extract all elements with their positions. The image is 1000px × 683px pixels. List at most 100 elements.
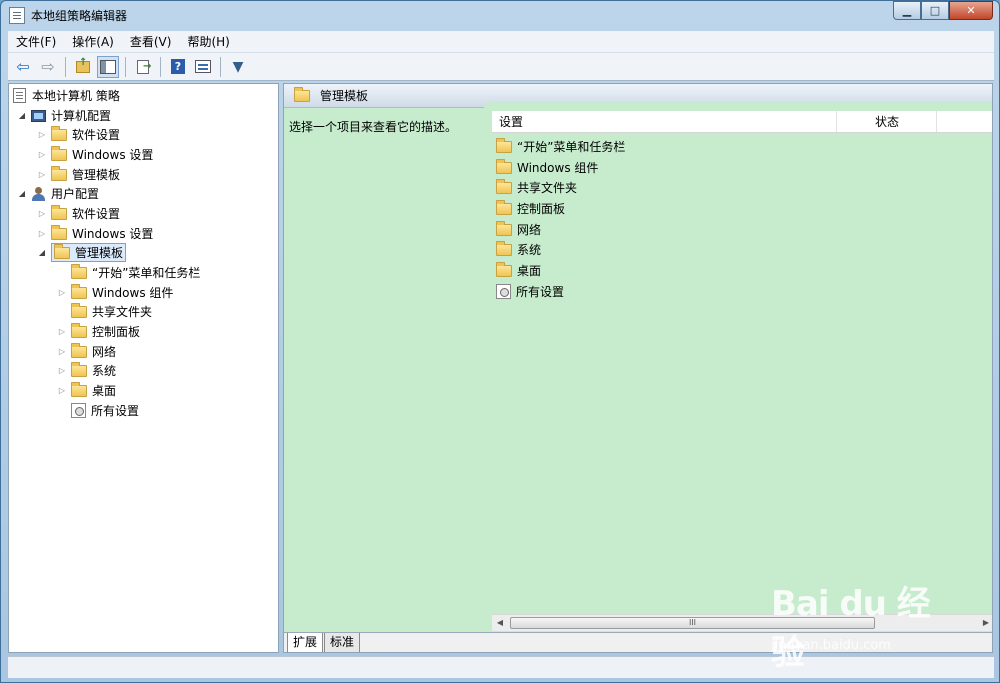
- help-button[interactable]: ?: [167, 56, 189, 78]
- details-title: 管理模板: [320, 89, 369, 103]
- tab-standard[interactable]: 标准: [324, 633, 361, 652]
- horizontal-scrollbar[interactable]: ◀ III ▶: [492, 614, 992, 631]
- tree-item-admin-templates[interactable]: ▷ 管理模板: [37, 165, 120, 184]
- collapsed-triangle-icon[interactable]: ▷: [57, 327, 67, 336]
- folder-icon: [496, 261, 512, 277]
- tree-item-root[interactable]: 本地计算机 策略: [13, 86, 120, 105]
- forward-button[interactable]: ⇨: [37, 56, 59, 78]
- properties-button[interactable]: [192, 56, 214, 78]
- list-item-system[interactable]: 系统: [496, 240, 541, 259]
- maximize-button[interactable]: □: [921, 1, 949, 20]
- tree-item-windows-settings[interactable]: ▷ Windows 设置: [37, 145, 153, 164]
- collapsed-triangle-icon[interactable]: ▷: [57, 386, 67, 395]
- tree-item-software-settings[interactable]: ▷ 软件设置: [37, 125, 120, 144]
- tree-item-label: 计算机配置: [51, 109, 112, 123]
- list-item-shared-folders[interactable]: 共享文件夹: [496, 178, 577, 197]
- users-icon: [31, 186, 46, 201]
- back-arrow-icon: ⇦: [16, 57, 30, 76]
- collapsed-triangle-icon[interactable]: ▷: [37, 170, 47, 179]
- status-bar: [8, 656, 994, 678]
- menu-view[interactable]: 查看(V): [122, 32, 180, 52]
- expanded-triangle-icon[interactable]: ◢: [17, 189, 27, 198]
- export-list-button[interactable]: [132, 56, 154, 78]
- folder-icon: [51, 165, 67, 181]
- tree-item-label: 本地计算机 策略: [32, 89, 120, 103]
- expanded-triangle-icon[interactable]: ◢: [37, 248, 47, 257]
- tree-item-system[interactable]: ▷ 系统: [57, 361, 116, 380]
- filter-button[interactable]: ▼: [227, 56, 249, 78]
- help-icon: ?: [171, 59, 185, 74]
- collapsed-triangle-icon[interactable]: ▷: [37, 130, 47, 139]
- column-header-setting[interactable]: 设置: [492, 111, 837, 132]
- tree-item-desktop[interactable]: ▷ 桌面: [57, 381, 116, 400]
- list-item-windows-components[interactable]: Windows 组件: [496, 158, 598, 177]
- up-level-button[interactable]: [72, 56, 94, 78]
- back-button[interactable]: ⇦: [12, 56, 34, 78]
- tree-item-label: Windows 设置: [72, 148, 154, 162]
- description-text: 选择一个项目来查看它的描述。: [289, 120, 458, 134]
- settings-list[interactable]: 设置 状态 “开始”菜单和任务栏 Windows 组件 共享文件夹 控制面板 网…: [492, 111, 992, 631]
- list-item-label: Windows 组件: [517, 161, 599, 175]
- list-item-network[interactable]: 网络: [496, 220, 541, 239]
- collapsed-triangle-icon[interactable]: ▷: [37, 229, 47, 238]
- tree-item-start-menu[interactable]: “开始”菜单和任务栏: [71, 263, 200, 282]
- selection-highlight: 管理模板: [51, 243, 127, 262]
- list-item-start-menu[interactable]: “开始”菜单和任务栏: [496, 137, 625, 156]
- toolbar-separator: [65, 56, 66, 77]
- console-tree[interactable]: 本地计算机 策略 ◢ 计算机配置 ▷ 软件设置 ▷ Windows 设置 ▷ 管…: [8, 83, 279, 653]
- show-hide-tree-button[interactable]: [97, 55, 119, 78]
- folder-icon: [71, 342, 87, 358]
- collapsed-triangle-icon[interactable]: ▷: [57, 347, 67, 356]
- tree-item-shared-folders[interactable]: 共享文件夹: [71, 302, 152, 321]
- view-tabs: 扩展 标准: [284, 632, 992, 652]
- menu-action[interactable]: 操作(A): [64, 32, 122, 52]
- tree-item-label: 共享文件夹: [92, 305, 153, 319]
- collapsed-triangle-icon[interactable]: ▷: [57, 366, 67, 375]
- filter-icon: ▼: [232, 58, 244, 75]
- list-item-label: 所有设置: [516, 285, 565, 299]
- folder-icon: [496, 178, 512, 194]
- tree-item-software-settings[interactable]: ▷ 软件设置: [37, 204, 120, 223]
- folder-icon: [294, 86, 310, 102]
- collapsed-triangle-icon[interactable]: ▷: [37, 150, 47, 159]
- list-item-label: 共享文件夹: [517, 181, 578, 195]
- tree-item-network[interactable]: ▷ 网络: [57, 342, 116, 361]
- scroll-thumb[interactable]: III: [510, 617, 875, 629]
- menu-help[interactable]: 帮助(H): [179, 32, 237, 52]
- folder-icon: [496, 137, 512, 153]
- tree-item-label: 所有设置: [91, 404, 140, 418]
- collapsed-triangle-icon[interactable]: ▷: [57, 288, 67, 297]
- collapsed-triangle-icon[interactable]: ▷: [37, 209, 47, 218]
- console-tree-icon: [100, 59, 116, 74]
- tree-item-label: Windows 设置: [72, 227, 154, 241]
- tree-item-admin-templates-selected[interactable]: ◢ 管理模板: [37, 243, 127, 262]
- scroll-right-icon[interactable]: ▶: [978, 616, 992, 630]
- tree-item-control-panel[interactable]: ▷ 控制面板: [57, 322, 140, 341]
- tree-item-user-config[interactable]: ◢ 用户配置: [17, 184, 99, 203]
- close-button[interactable]: ✕: [949, 1, 993, 20]
- tree-item-label: “开始”菜单和任务栏: [92, 266, 201, 280]
- tree-item-computer-config[interactable]: ◢ 计算机配置: [17, 106, 111, 125]
- tab-extended[interactable]: 扩展: [287, 633, 324, 652]
- title-bar[interactable]: 本地组策略编辑器 ▁ □ ✕: [1, 1, 999, 31]
- details-pane: 管理模板 选择一个项目来查看它的描述。 设置 状态 “开始”菜单和任务栏 Win…: [283, 83, 993, 653]
- folder-icon: [51, 224, 67, 240]
- tree-item-label: 管理模板: [72, 168, 121, 182]
- tree-item-windows-components[interactable]: ▷ Windows 组件: [57, 283, 173, 302]
- tree-item-all-settings[interactable]: 所有设置: [71, 401, 139, 420]
- all-settings-icon: [496, 284, 511, 299]
- folder-icon: [496, 158, 512, 174]
- list-item-control-panel[interactable]: 控制面板: [496, 199, 565, 218]
- list-item-all-settings[interactable]: 所有设置: [496, 282, 564, 301]
- menu-file[interactable]: 文件(F): [8, 32, 64, 52]
- folder-icon: [71, 381, 87, 397]
- expanded-triangle-icon[interactable]: ◢: [17, 111, 27, 120]
- folder-icon: [51, 145, 67, 161]
- list-item-desktop[interactable]: 桌面: [496, 261, 541, 280]
- minimize-button[interactable]: ▁: [893, 1, 921, 20]
- scroll-left-icon[interactable]: ◀: [492, 616, 508, 630]
- column-header-state[interactable]: 状态: [837, 111, 937, 132]
- folder-icon: [71, 263, 87, 279]
- tree-item-label: Windows 组件: [92, 286, 174, 300]
- tree-item-windows-settings[interactable]: ▷ Windows 设置: [37, 224, 153, 243]
